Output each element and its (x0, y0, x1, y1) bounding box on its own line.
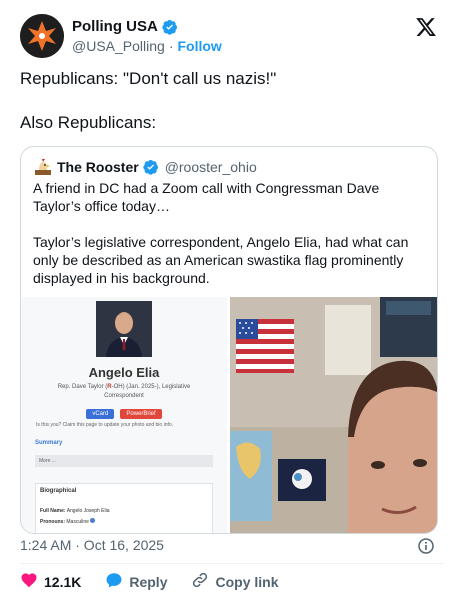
separator-dot: · (168, 38, 174, 54)
x-logo-icon[interactable] (415, 16, 437, 38)
pronouns-row: Pronouns: Masculine (40, 518, 96, 525)
quoted-author-handle[interactable]: @rooster_ohio (165, 159, 257, 175)
rooster-avatar-icon (33, 157, 53, 177)
action-bar: 12.1K Reply Copy link (20, 571, 303, 592)
quoted-author-name[interactable]: The Rooster (57, 159, 139, 175)
more-link[interactable]: More ... (35, 455, 213, 467)
summary-heading: Summary (35, 440, 63, 446)
reply-bubble-icon (105, 571, 123, 592)
reply-label: Reply (129, 573, 168, 590)
link-icon (191, 571, 209, 592)
quoted-tweet[interactable]: The Rooster @rooster_ohio A friend in DC… (20, 146, 438, 534)
media-image-profile-screenshot[interactable]: Angelo Elia Rep. Dave Taylor (R-OH) (Jan… (21, 297, 227, 533)
copy-link-button[interactable]: Copy link (191, 571, 279, 592)
media-image-office-photo[interactable] (230, 297, 437, 533)
like-count: 12.1K (44, 573, 82, 590)
full-name-row: Full Name: Angelo Joseph Elia (40, 508, 110, 514)
powerbrief-button[interactable]: PowerBrief (120, 409, 162, 419)
profile-photo (96, 301, 152, 357)
author-handle[interactable]: @USA_Polling (72, 38, 165, 54)
footer-divider (20, 563, 444, 564)
tweet-text-line-1: Republicans: "Don't call us nazis!" (20, 69, 277, 88)
pronouns-info-icon (90, 518, 96, 523)
claim-text: Is this you? Claim this page to update y… (36, 422, 174, 428)
follow-button[interactable]: Follow (177, 38, 221, 54)
heart-icon (20, 571, 38, 592)
profile-name: Angelo Elia (88, 365, 160, 380)
profile-role: Rep. Dave Taylor (R-OH) (Jan. 2025-), Le… (57, 384, 191, 399)
profile-buttons: vCard PowerBrief (21, 409, 227, 419)
quoted-verified-badge-icon (143, 159, 159, 175)
tweet-text-line-2: Also Republicans: (20, 113, 157, 132)
reply-button[interactable]: Reply (105, 571, 167, 592)
vcard-button[interactable]: vCard (86, 409, 115, 419)
copy-link-label: Copy link (215, 573, 279, 590)
author-avatar[interactable] (20, 14, 64, 58)
quoted-text-paragraph-2: Taylor’s legislative correspondent, Ange… (33, 234, 409, 286)
biographical-section: Biographical Full Name: Angelo Joseph El… (35, 483, 213, 533)
tweet-timestamp[interactable]: 1:24 AM · Oct 16, 2025 (20, 537, 164, 553)
info-icon[interactable] (418, 538, 434, 554)
office-photo-illustration (230, 297, 437, 533)
quoted-tweet-header: The Rooster @rooster_ohio (33, 157, 257, 177)
verified-badge-icon (162, 19, 178, 35)
author-name-row[interactable]: Polling USA (72, 18, 178, 35)
quoted-text-paragraph-1: A friend in DC had a Zoom call with Cong… (33, 180, 380, 214)
author-handle-row: @USA_Polling · Follow (72, 38, 222, 54)
tweet-card: Polling USA @USA_Polling · Follow Republ… (0, 0, 464, 600)
author-name[interactable]: Polling USA (72, 18, 158, 35)
biographical-heading: Biographical (40, 488, 77, 494)
like-button[interactable]: 12.1K (20, 571, 81, 592)
